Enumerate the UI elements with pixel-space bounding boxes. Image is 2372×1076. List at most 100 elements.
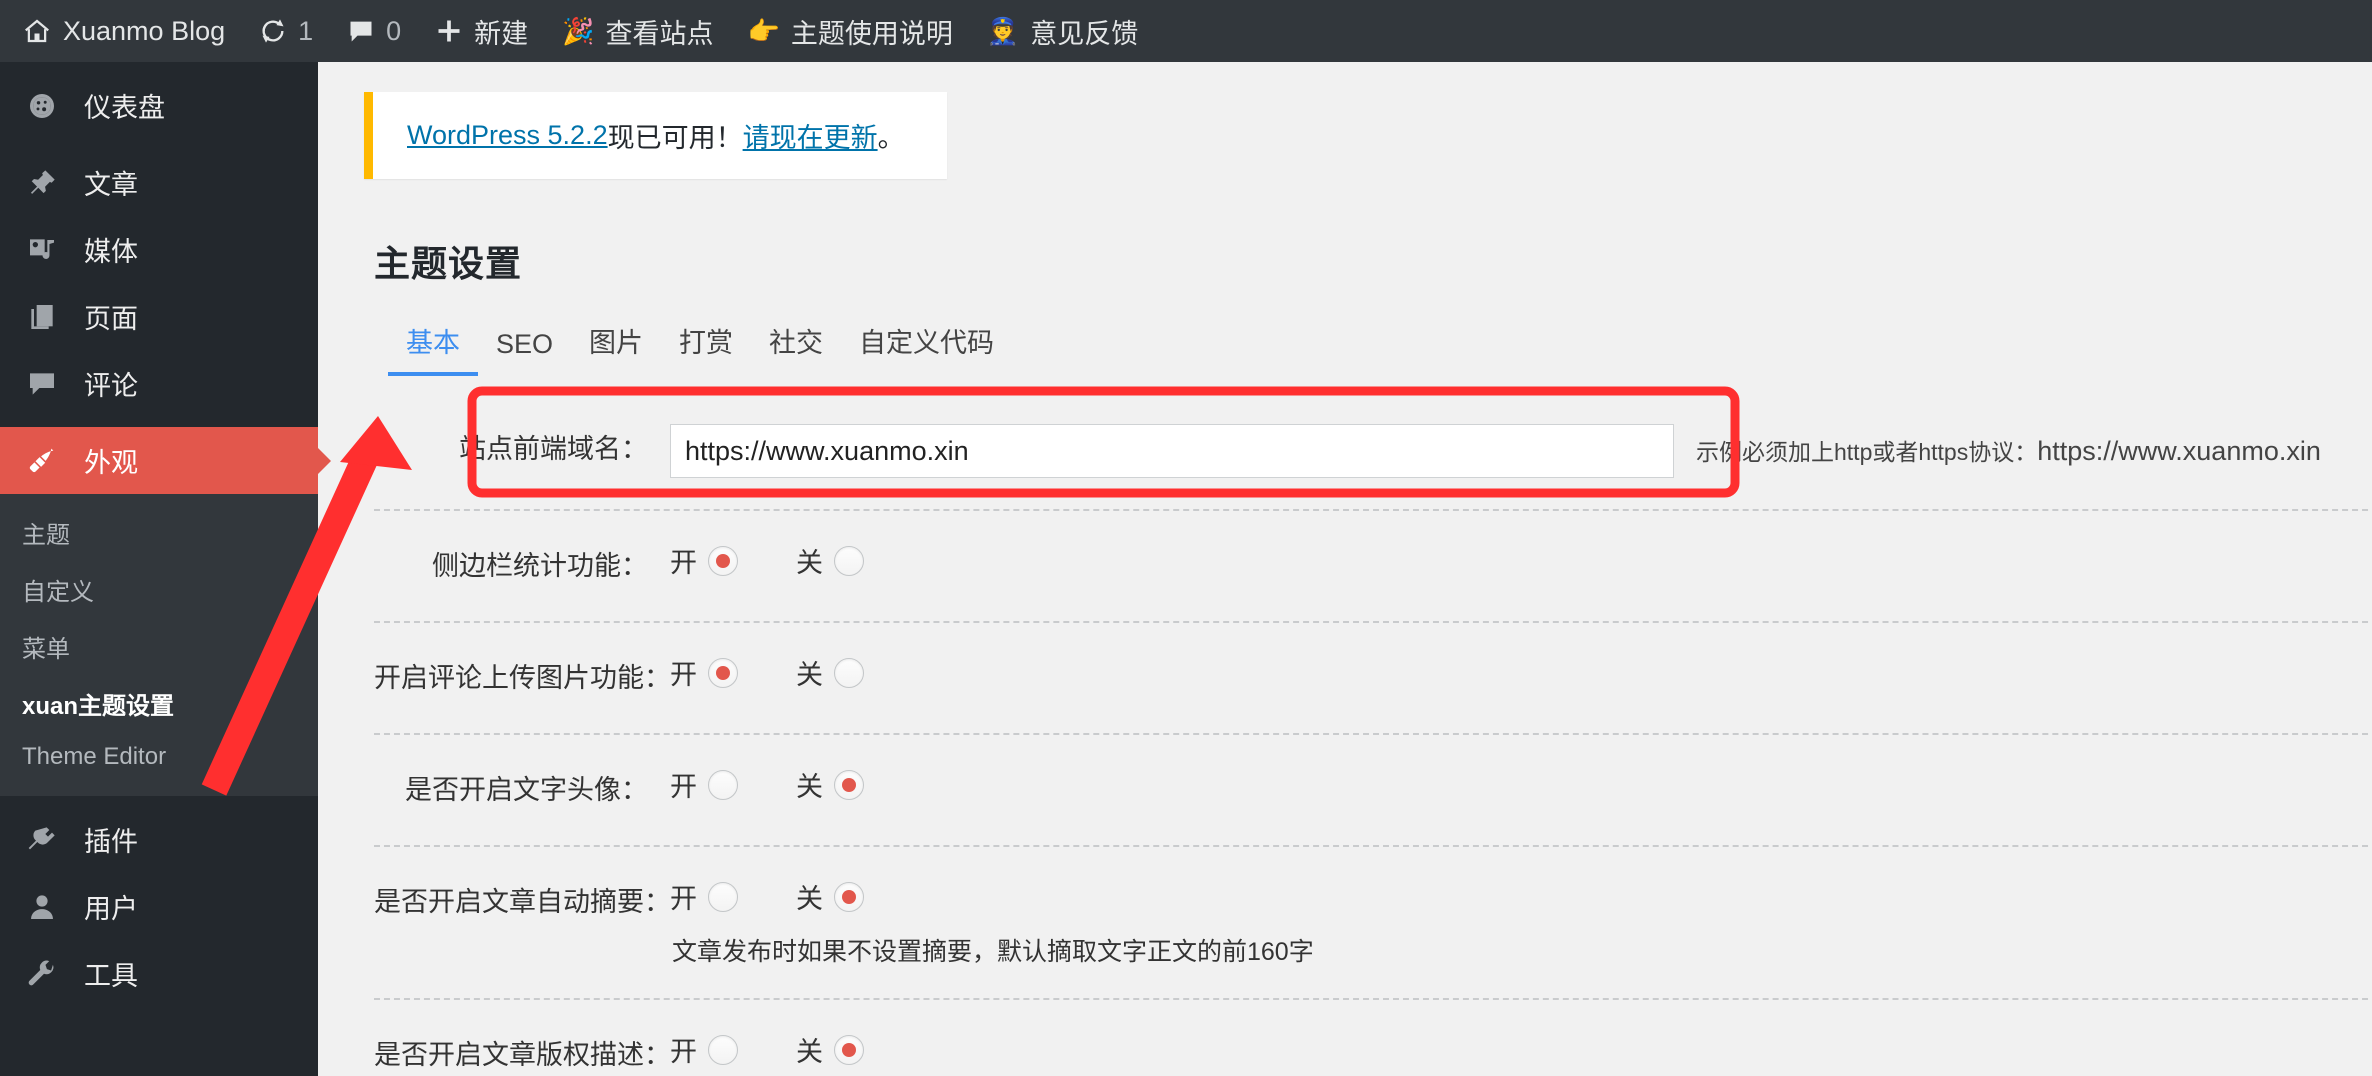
submenu-item-theme-editor[interactable]: Theme Editor xyxy=(0,732,318,782)
sidebar-label-media: 媒体 xyxy=(84,237,138,267)
sidebar-item-plugins[interactable]: 插件 xyxy=(0,806,318,873)
page-title: 主题设置 xyxy=(374,243,523,284)
adminbar-comments-count: 0 xyxy=(386,15,402,46)
media-icon xyxy=(22,230,62,270)
content-inner: WordPress 5.2.2 现已可用！ 请现在更新。 主题设置 基本 SEO 图… xyxy=(318,62,2372,1076)
submenu-item-menus[interactable]: 菜单 xyxy=(0,618,318,675)
appearance-brush-icon xyxy=(22,441,62,481)
radio-label-on: 开 xyxy=(670,548,697,578)
adminbar-item-view-site[interactable]: 🎉 查看站点 xyxy=(545,0,730,62)
update-notice: WordPress 5.2.2 现已可用！ 请现在更新。 xyxy=(364,92,947,179)
comments-icon xyxy=(22,364,62,404)
update-notice-middle-text: 现已可用！ xyxy=(607,123,743,153)
radio-group-text-avatar: 开 关 xyxy=(670,765,864,804)
radio-circle-off[interactable] xyxy=(834,545,864,576)
adminbar-item-feedback[interactable]: 👮 意见反馈 xyxy=(970,0,1155,62)
radio-label-off: 关 xyxy=(796,660,823,690)
radio-sidebar-stats-off[interactable]: 关 xyxy=(796,541,864,580)
radio-circle-on[interactable] xyxy=(708,657,738,688)
adminbar-item-theme-docs[interactable]: 👉 主题使用说明 xyxy=(731,0,970,62)
tab-basic[interactable]: 基本 xyxy=(388,313,478,376)
radio-circle-on[interactable] xyxy=(708,881,738,912)
tab-custom-code[interactable]: 自定义代码 xyxy=(841,313,1012,376)
form-label-site-domain: 站点前端域名： xyxy=(459,434,648,464)
site-domain-input[interactable] xyxy=(670,424,1674,478)
radio-text-avatar-on[interactable]: 开 xyxy=(670,765,738,804)
dashboard-icon xyxy=(22,86,62,126)
submenu-label-themes: 主题 xyxy=(22,522,70,549)
tab-basic-label: 基本 xyxy=(406,328,460,358)
update-notice-version-link[interactable]: WordPress 5.2.2 xyxy=(407,120,608,151)
auto-excerpt-description: 文章发布时如果不设置摘要，默认摘取文字正文的前160字 xyxy=(672,938,1314,966)
radio-group-auto-excerpt: 开 关 xyxy=(670,877,864,916)
submenu-item-xuan-theme-settings[interactable]: xuan主题设置 xyxy=(0,675,318,732)
radio-circle-off[interactable] xyxy=(834,881,864,912)
radio-group-sidebar-stats: 开 关 xyxy=(670,541,864,580)
sidebar-label-dashboard: 仪表盘 xyxy=(84,93,165,123)
radio-label-on: 开 xyxy=(670,884,697,914)
form-row-text-avatar: 是否开启文字头像： 开 关 xyxy=(374,735,2372,847)
submenu-label-xuan-theme-settings: xuan主题设置 xyxy=(22,693,175,720)
adminbar-site-name-label: Xuanmo Blog xyxy=(63,15,226,46)
tab-seo-label: SEO xyxy=(496,329,554,359)
radio-circle-off[interactable] xyxy=(834,1034,864,1065)
adminbar-item-new[interactable]: 新建 xyxy=(418,0,545,62)
plus-icon xyxy=(435,17,463,45)
comment-bubble-icon xyxy=(347,17,375,45)
sidebar-item-pages[interactable]: 页面 xyxy=(0,283,318,350)
radio-auto-excerpt-off[interactable]: 关 xyxy=(796,877,864,916)
radio-label-off: 关 xyxy=(796,548,823,578)
sidebar-label-comments: 评论 xyxy=(84,371,138,401)
sidebar-item-comments[interactable]: 评论 xyxy=(0,350,318,417)
tab-social[interactable]: 社交 xyxy=(751,313,841,376)
form-row-site-domain: 站点前端域名： 示例必须加上http或者https协议：https://www.… xyxy=(374,394,2372,511)
form-field-site-domain: 示例必须加上http或者https协议：https://www.xuanmo.x… xyxy=(670,424,2372,479)
radio-sidebar-stats-on[interactable]: 开 xyxy=(670,541,738,580)
update-notice-update-link[interactable]: 请现在更新 xyxy=(743,116,878,155)
sidebar-item-tools[interactable]: 工具 xyxy=(0,940,318,1007)
adminbar-new-label: 新建 xyxy=(474,18,529,49)
adminbar-view-site-label: 查看站点 xyxy=(605,18,714,49)
adminbar-item-updates[interactable]: 1 xyxy=(242,0,330,62)
radio-group-copyright-desc: 开 关 xyxy=(670,1030,864,1069)
radio-copyright-desc-on[interactable]: 开 xyxy=(670,1030,738,1069)
radio-circle-on[interactable] xyxy=(708,769,738,800)
submenu-item-customize[interactable]: 自定义 xyxy=(0,561,318,618)
pages-icon xyxy=(22,297,62,337)
radio-circle-off[interactable] xyxy=(834,769,864,800)
tab-reward[interactable]: 打赏 xyxy=(661,313,751,376)
form-field-text-avatar: 开 关 xyxy=(670,765,2372,804)
site-domain-hint-url: https://www.xuanmo.xin xyxy=(2037,436,2321,466)
radio-text-avatar-off[interactable]: 关 xyxy=(796,765,864,804)
settings-tabs: 基本 SEO 图片 打赏 社交 自定义代码 xyxy=(374,313,2372,376)
radio-circle-off[interactable] xyxy=(834,657,864,688)
tab-seo[interactable]: SEO xyxy=(478,321,571,376)
sidebar-label-appearance: 外观 xyxy=(84,448,138,478)
radio-label-on: 开 xyxy=(670,1037,697,1067)
adminbar-item-site-name[interactable]: Xuanmo Blog xyxy=(0,0,242,62)
radio-circle-on[interactable] xyxy=(708,545,738,576)
sidebar-item-posts[interactable]: 文章 xyxy=(0,149,318,216)
radio-label-on: 开 xyxy=(670,772,697,802)
updates-icon xyxy=(259,17,287,45)
form-label-text-avatar: 是否开启文字头像： xyxy=(405,775,648,805)
adminbar-feedback-label: 意见反馈 xyxy=(1030,18,1139,49)
radio-circle-on[interactable] xyxy=(708,1034,738,1065)
tab-images[interactable]: 图片 xyxy=(571,313,661,376)
form-label-comment-upload: 开启评论上传图片功能： xyxy=(374,663,671,693)
adminbar-theme-docs-label: 主题使用说明 xyxy=(790,18,953,49)
sidebar-item-appearance[interactable]: 外观 xyxy=(0,427,331,494)
radio-copyright-desc-off[interactable]: 关 xyxy=(796,1030,864,1069)
person-icon: 👮 xyxy=(986,16,1020,46)
sidebar-item-users[interactable]: 用户 xyxy=(0,873,318,940)
radio-comment-upload-off[interactable]: 关 xyxy=(796,653,864,692)
submenu-item-themes[interactable]: 主题 xyxy=(0,504,318,561)
sidebar-item-media[interactable]: 媒体 xyxy=(0,216,318,283)
sidebar-item-dashboard[interactable]: 仪表盘 xyxy=(0,72,318,139)
tab-images-label: 图片 xyxy=(589,328,644,358)
adminbar-item-comments[interactable]: 0 xyxy=(330,0,418,62)
radio-auto-excerpt-on[interactable]: 开 xyxy=(670,877,738,916)
adminbar-updates-count: 1 xyxy=(298,15,314,46)
menu-spacer-3 xyxy=(0,796,318,806)
radio-comment-upload-on[interactable]: 开 xyxy=(670,653,738,692)
